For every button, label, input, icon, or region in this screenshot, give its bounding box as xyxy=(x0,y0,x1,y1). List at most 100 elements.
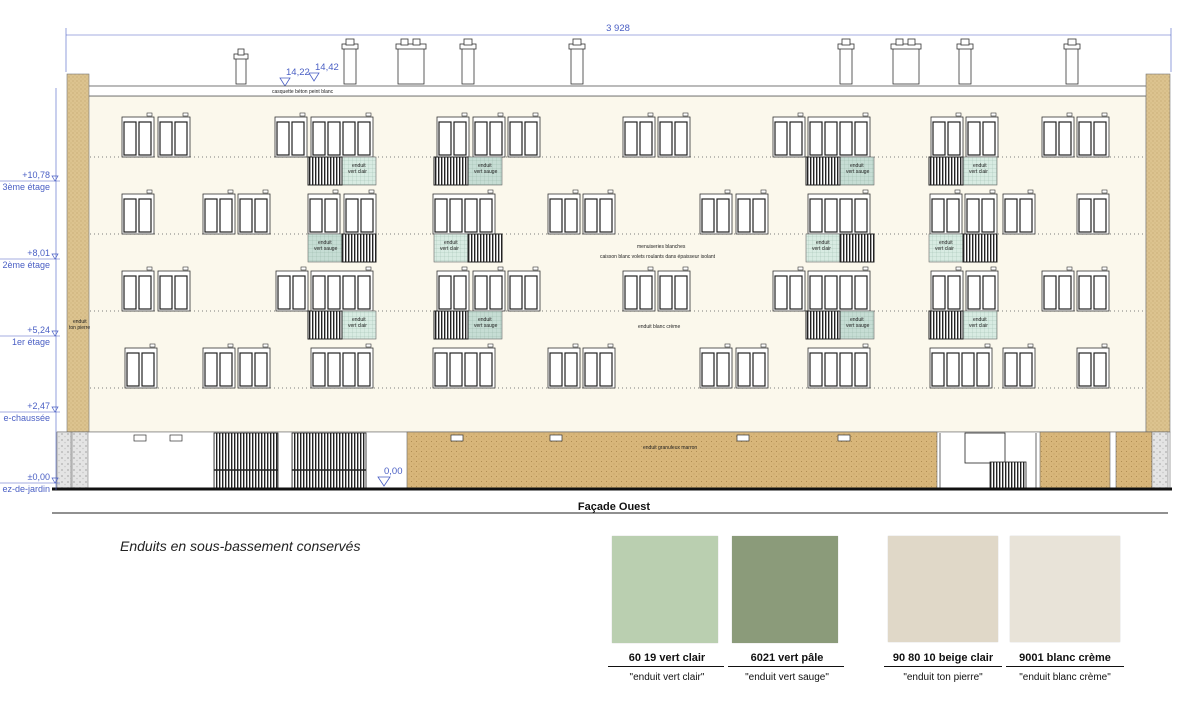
vent xyxy=(169,434,183,442)
window xyxy=(735,343,769,389)
window xyxy=(507,266,541,312)
panel-label: vert clair xyxy=(812,246,831,252)
vent xyxy=(133,434,147,442)
vent xyxy=(450,434,464,442)
panel-label: vert sauge xyxy=(846,323,870,329)
window xyxy=(699,189,733,235)
swatch-color xyxy=(612,536,718,643)
balcony: enduitvert sauge xyxy=(805,310,875,340)
panel-label: vert clair xyxy=(935,246,954,252)
window xyxy=(929,189,963,235)
balcony: enduitvert clair xyxy=(307,310,377,340)
balcony: enduitvert clair xyxy=(307,156,377,186)
swatch-color xyxy=(1010,536,1120,642)
swatch-description: "enduit vert sauge" xyxy=(745,672,829,683)
window xyxy=(472,112,506,158)
level-markers: +10,78 3ème étage +8,01 2ème étage +5,24 1er … xyxy=(0,170,60,494)
sub-base-note: Enduits en sous-bassement conservés xyxy=(120,538,361,554)
window xyxy=(772,266,806,312)
level-name: 1er étage xyxy=(12,337,50,347)
window xyxy=(121,112,155,158)
window xyxy=(622,266,656,312)
chimney xyxy=(235,57,247,85)
window xyxy=(657,266,691,312)
level-name: ez-de-jardin xyxy=(2,484,50,494)
roof-elevation-1442: 14,42 xyxy=(315,62,339,73)
panel-label: vert clair xyxy=(348,323,367,329)
swatch-name: 6021 vert pâle xyxy=(750,652,824,664)
window xyxy=(807,189,871,235)
window xyxy=(1041,112,1075,158)
vent xyxy=(736,434,750,442)
window xyxy=(582,189,616,235)
window xyxy=(1002,189,1036,235)
window xyxy=(1076,112,1110,158)
window xyxy=(121,266,155,312)
window xyxy=(202,189,236,235)
level-name: 2ème étage xyxy=(2,260,50,270)
joinery-label-1: menuiseries blanches xyxy=(637,244,686,250)
swatch-description: "enduit blanc crème" xyxy=(1019,672,1111,683)
overall-width-label: 3 928 xyxy=(606,23,630,34)
window xyxy=(121,189,155,235)
chimneys xyxy=(233,38,1081,85)
vent xyxy=(837,434,851,442)
window xyxy=(807,112,871,158)
swatch-name: 9001 blanc crème xyxy=(1019,652,1111,664)
window xyxy=(436,266,470,312)
window xyxy=(657,112,691,158)
window xyxy=(965,112,999,158)
panel-label: vert sauge xyxy=(474,323,498,329)
level-name: e-chaussée xyxy=(3,413,50,423)
window xyxy=(436,112,470,158)
window xyxy=(237,189,271,235)
render-cream-label: enduit blanc crème xyxy=(638,324,680,330)
window xyxy=(1041,266,1075,312)
base-storey: enduit granuleux marron xyxy=(56,431,1171,489)
window xyxy=(547,343,581,389)
overall-dimension: 3 928 xyxy=(65,23,1172,72)
panel-label: vert clair xyxy=(348,169,367,175)
balcony: enduitvert sauge xyxy=(433,310,503,340)
balcony: enduitvert sauge xyxy=(805,156,875,186)
window xyxy=(1076,189,1110,235)
roof-elevation-markers: 14,22 14,42 xyxy=(279,62,339,87)
roof-elevation-1422: 14,22 xyxy=(286,67,310,78)
panel-label: vert sauge xyxy=(314,246,338,252)
window xyxy=(310,112,374,158)
window xyxy=(1076,266,1110,312)
panel-label: vert sauge xyxy=(846,169,870,175)
chimney xyxy=(839,47,853,85)
window xyxy=(699,343,733,389)
window xyxy=(772,112,806,158)
window xyxy=(432,189,496,235)
balcony: enduitvert sauge xyxy=(307,233,377,263)
window xyxy=(582,343,616,389)
facade-title: Façade Ouest xyxy=(578,501,650,513)
window xyxy=(965,266,999,312)
window xyxy=(1076,343,1110,389)
chimney xyxy=(343,47,357,85)
window xyxy=(275,266,309,312)
swatch-color xyxy=(888,536,998,642)
window xyxy=(157,112,191,158)
panel-label: vert clair xyxy=(440,246,459,252)
vent xyxy=(549,434,563,442)
side-render-label-2: ton pierre xyxy=(69,325,90,331)
cornice-label: casquette béton peint blanc xyxy=(272,89,334,95)
chimney xyxy=(397,47,425,85)
window xyxy=(157,266,191,312)
window xyxy=(310,343,374,389)
balcony: enduitvert clair xyxy=(928,233,998,263)
window xyxy=(507,112,541,158)
level-value: +8,01 xyxy=(27,248,50,258)
window xyxy=(237,343,271,389)
balcony: enduitvert sauge xyxy=(433,156,503,186)
window xyxy=(310,266,374,312)
facade-elevation-drawing: 3 928 14,22 14,42 casquette béton peint … xyxy=(0,23,1172,514)
window xyxy=(1002,343,1036,389)
panel-label: vert clair xyxy=(969,169,988,175)
window xyxy=(930,266,964,312)
window xyxy=(929,343,993,389)
swatch-description: "enduit vert clair" xyxy=(629,672,705,683)
